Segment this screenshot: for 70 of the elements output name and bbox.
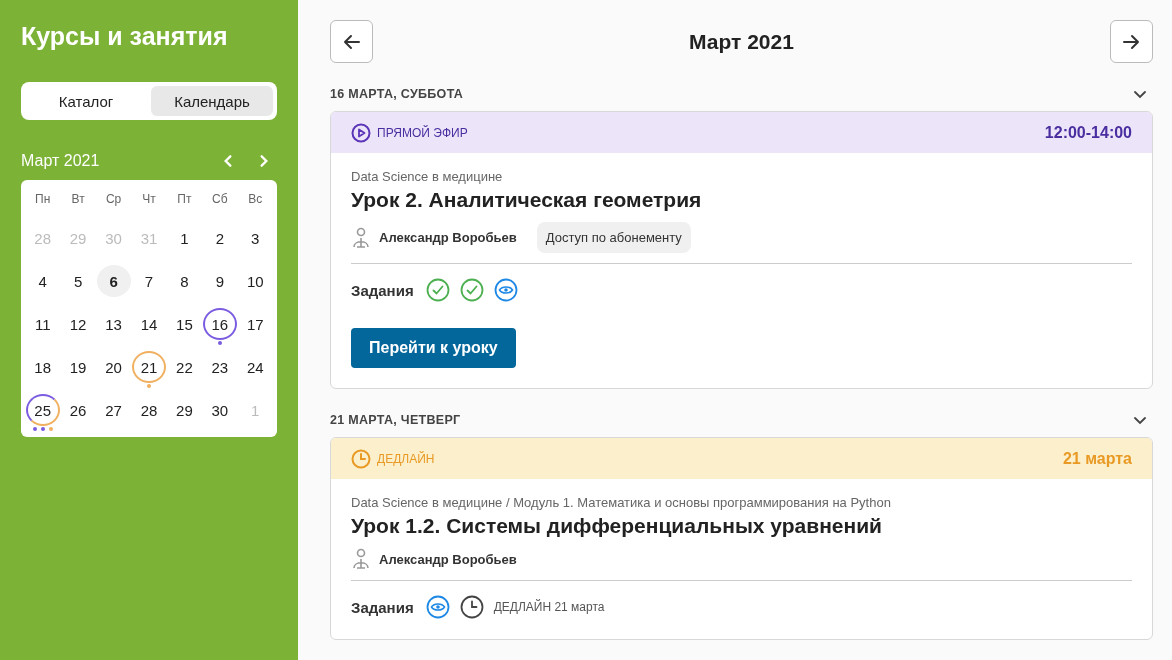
weekday-label: Сб [211,192,229,208]
calendar-day[interactable]: 7 [132,265,166,298]
weekday-label: Пт [176,192,193,208]
weekday-label: Ср [104,192,123,208]
clock-icon [351,448,371,469]
author-name: Александр Воробьев [379,230,517,245]
weekday-label: Вс [247,192,264,208]
previous-button[interactable] [330,20,373,63]
task-deadline: ДЕДЛАЙН 21 марта [493,600,605,614]
calendar-day[interactable]: 12 [61,308,96,341]
calendar-day[interactable]: 18 [25,351,60,384]
calendar-day[interactable]: 15 [167,308,202,341]
author-name: Александр Воробьев [379,551,517,567]
event-type-label: ДЕДЛАЙН [377,451,435,466]
month-label: Март 2021 [21,152,100,170]
calendar-day[interactable]: 19 [61,351,96,384]
calendar-day[interactable]: 27 [96,394,131,427]
go-to-lesson-button[interactable]: Перейти к уроку [351,328,516,368]
sidebar-title: Курсы и занятия [21,21,229,52]
calendar-day[interactable]: 24 [238,351,273,384]
eye-icon[interactable] [425,595,450,619]
view-tab[interactable]: Календарь [151,86,273,116]
calendar-day[interactable]: 13 [96,308,131,341]
event-time: 21 марта [1062,449,1132,468]
calendar-day[interactable]: 29 [167,394,202,427]
course-path: Data Science в медицине [351,169,504,184]
calendar-day[interactable]: 23 [202,351,237,384]
lesson-title: Урок 1.2. Системы дифференциальных уравнений [351,514,884,538]
calendar-day[interactable]: 22 [167,351,202,384]
calendar-day[interactable]: 9 [202,265,237,298]
tasks-label: Задания [351,281,414,299]
calendar-day[interactable]: 4 [25,265,60,298]
lesson-title: Урок 2. Аналитическая геометрия [351,188,703,212]
calendar-day[interactable]: 16 [202,308,237,340]
calendar-day[interactable]: 10 [238,265,273,298]
calendar-day[interactable]: 20 [96,351,131,384]
calendar-day[interactable]: 21 [132,351,166,383]
tasks-label: Задания [351,598,414,616]
calendar-day[interactable]: 26 [61,394,96,427]
calendar-day[interactable]: 8 [167,265,202,298]
calendar-day[interactable]: 1 [167,222,202,255]
check-icon[interactable] [425,278,450,302]
next-button[interactable] [1110,20,1153,63]
calendar-day[interactable]: 5 [61,265,96,298]
calendar-day[interactable]: 6 [96,265,131,298]
weekday-label: Пн [34,192,52,208]
calendar-day[interactable]: 11 [25,308,60,341]
check-icon[interactable] [459,278,484,302]
calendar-day[interactable]: 25 [25,394,60,426]
calendar-day[interactable]: 30 [202,394,237,427]
calendar-day[interactable]: 2 [202,222,237,255]
eye-icon[interactable] [493,278,518,302]
play-icon [351,122,371,143]
event-type-label: ПРЯМОЙ ЭФИР [377,125,468,140]
view-tab[interactable]: Каталог [25,86,147,116]
person-icon [351,548,371,570]
section-date: 21 МАРТА, ЧЕТВЕРГ [330,413,461,427]
course-path: Data Science в медицине / Модуль 1. Математика и основы программирования на Python [351,495,892,510]
clock-icon[interactable] [459,595,484,619]
access-tag: Доступ по абонементу [536,222,691,253]
page-title: Март 2021 [689,29,794,54]
calendar-day[interactable]: 3 [238,222,273,255]
section-date: 16 МАРТА, СУББОТА [330,87,464,101]
weekday-label: Чт [141,192,157,208]
event-time: 12:00-14:00 [1044,123,1132,142]
calendar-day[interactable]: 17 [238,308,273,341]
person-icon [351,226,371,249]
calendar-day[interactable]: 28 [132,394,166,427]
calendar-day[interactable]: 14 [132,308,166,341]
weekday-label: Вт [70,192,86,208]
